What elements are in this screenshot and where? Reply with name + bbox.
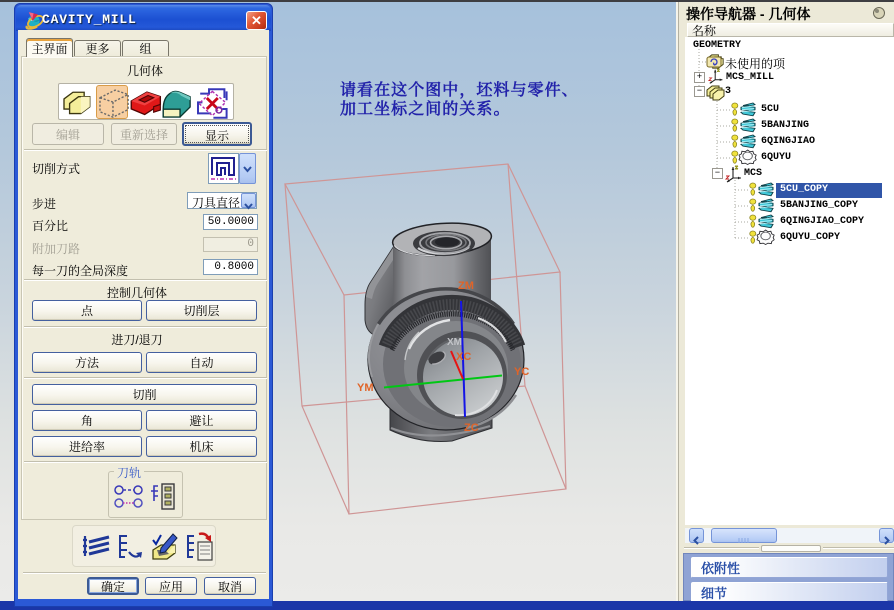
svg-text:YC: YC bbox=[514, 366, 529, 378]
svg-text:YM: YM bbox=[357, 382, 374, 394]
svg-text:ZC: ZC bbox=[464, 422, 479, 434]
svg-text:ZM: ZM bbox=[458, 280, 474, 292]
svg-text:XM: XM bbox=[447, 337, 462, 348]
svg-text:XC: XC bbox=[456, 351, 471, 363]
